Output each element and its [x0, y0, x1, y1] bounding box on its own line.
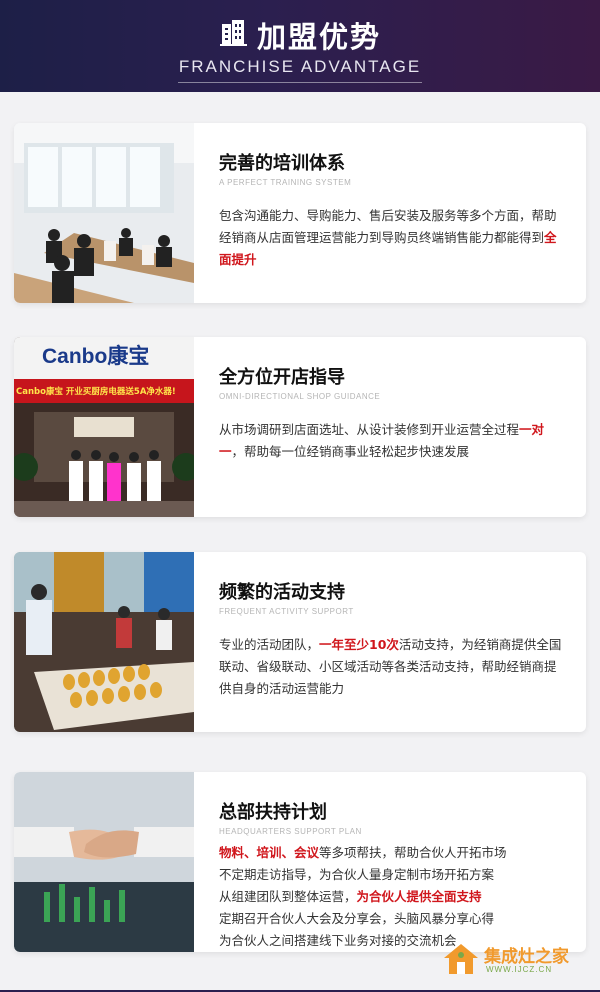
card-shop-guidance-text: 全方位开店指导 OMNI-DIRECTIONAL SHOP GUIDANCE 从… [219, 363, 566, 463]
card-training: 完善的培训体系 A PERFECT TRAINING SYSTEM 包含沟通能力… [14, 123, 586, 303]
building-icon [219, 18, 249, 52]
card-title: 总部扶持计划 [219, 802, 327, 823]
desc-highlight: 为合伙人提供全面支持 [356, 889, 482, 904]
watermark-url: WWW.IJCZ.CN [486, 965, 553, 974]
desc-text: 专业的活动团队， [219, 637, 320, 652]
card-shop-guidance: Canbo康宝 Canbo康宝 开业买厨房电器送5A净水器! 全方位开店指导 O… [14, 337, 586, 517]
desc-text: 为合伙人之间搭建线下业务对接的交流机会 [219, 933, 457, 948]
card-subtitle: FREQUENT ACTIVITY SUPPORT [219, 607, 354, 616]
activity-photo [14, 552, 194, 732]
page-header: 加盟优势 FRANCHISE ADVANTAGE [0, 0, 600, 92]
desc-text: 商从店面管理运营能力到导购员终端销售能力都能得到 [244, 230, 545, 245]
shop-banner: Canbo康宝 开业买厨房电器送5A净水器! [16, 387, 176, 397]
card-hq-support-text: 总部扶持计划 HEADQUARTERS SUPPORT PLAN 物料、培训、会… [219, 798, 566, 952]
header-divider [178, 82, 422, 83]
training-photo [14, 123, 194, 303]
desc-line: 物料、培训、会议等多项帮扶，帮助合伙人开拓市场 [219, 842, 566, 864]
shop-photo: Canbo康宝 Canbo康宝 开业买厨房电器送5A净水器! [14, 337, 194, 517]
desc-text: 从组建团队到整体运营， [219, 889, 357, 904]
desc-text: 不定期走访指导，为合伙人量身定制市场开拓方案 [219, 867, 495, 882]
desc-line: 不定期走访指导，为合伙人量身定制市场开拓方案 [219, 864, 566, 886]
card-subtitle: HEADQUARTERS SUPPORT PLAN [219, 827, 362, 836]
page-subtitle: FRANCHISE ADVANTAGE [178, 57, 422, 76]
card-title: 完善的培训体系 [219, 153, 345, 174]
desc-text: 从市场调研到店面选址、从设计装修到开业运营全过程 [219, 422, 520, 437]
card-hq-support: 总部扶持计划 HEADQUARTERS SUPPORT PLAN 物料、培训、会… [14, 772, 586, 952]
card-activity-support-text: 频繁的活动支持 FREQUENT ACTIVITY SUPPORT 专业的活动团… [219, 578, 566, 700]
desc-text: 定期召开合伙人大会及分享会，头脑风暴分享心得 [219, 911, 495, 926]
page-title: 加盟优势 [256, 20, 381, 54]
desc-highlight: 物料、培训、会议 [219, 845, 320, 860]
card-title: 全方位开店指导 [219, 367, 345, 388]
card-subtitle: OMNI-DIRECTIONAL SHOP GUIDANCE [219, 392, 381, 401]
card-description: 物料、培训、会议等多项帮扶，帮助合伙人开拓市场 不定期走访指导，为合伙人量身定制… [219, 842, 566, 952]
card-subtitle: A PERFECT TRAINING SYSTEM [219, 178, 352, 187]
site-watermark: 集成灶之家 WWW.IJCZ.CN [442, 938, 582, 982]
card-training-text: 完善的培训体系 A PERFECT TRAINING SYSTEM 包含沟通能力… [219, 149, 566, 271]
desc-text: 等多项帮扶，帮助合伙人开拓市场 [319, 845, 507, 860]
card-description: 包含沟通能力、导购能力、售后安装及服务等多个方面，帮助经销商从店面管理运营能力到… [219, 205, 566, 271]
desc-highlight: 一年至少10次 [319, 637, 399, 652]
house-logo-icon [442, 942, 480, 980]
watermark-text: 集成灶之家 [484, 947, 569, 967]
card-activity-support: 频繁的活动支持 FREQUENT ACTIVITY SUPPORT 专业的活动团… [14, 552, 586, 732]
handshake-photo [14, 772, 194, 952]
desc-text: ，帮助每一位经销商事业轻松起步快速发展 [231, 444, 470, 459]
desc-line: 定期召开合伙人大会及分享会，头脑风暴分享心得 [219, 908, 566, 930]
card-title: 频繁的活动支持 [219, 582, 345, 603]
card-description: 从市场调研到店面选址、从设计装修到开业运营全过程一对一，帮助每一位经销商事业轻松… [219, 419, 566, 463]
desc-line: 从组建团队到整体运营，为合伙人提供全面支持 [219, 886, 566, 908]
shop-sign: Canbo康宝 [42, 345, 150, 368]
card-description: 专业的活动团队，一年至少10次活动支持，为经销商提供全国联动、省级联动、小区域活… [219, 634, 566, 700]
